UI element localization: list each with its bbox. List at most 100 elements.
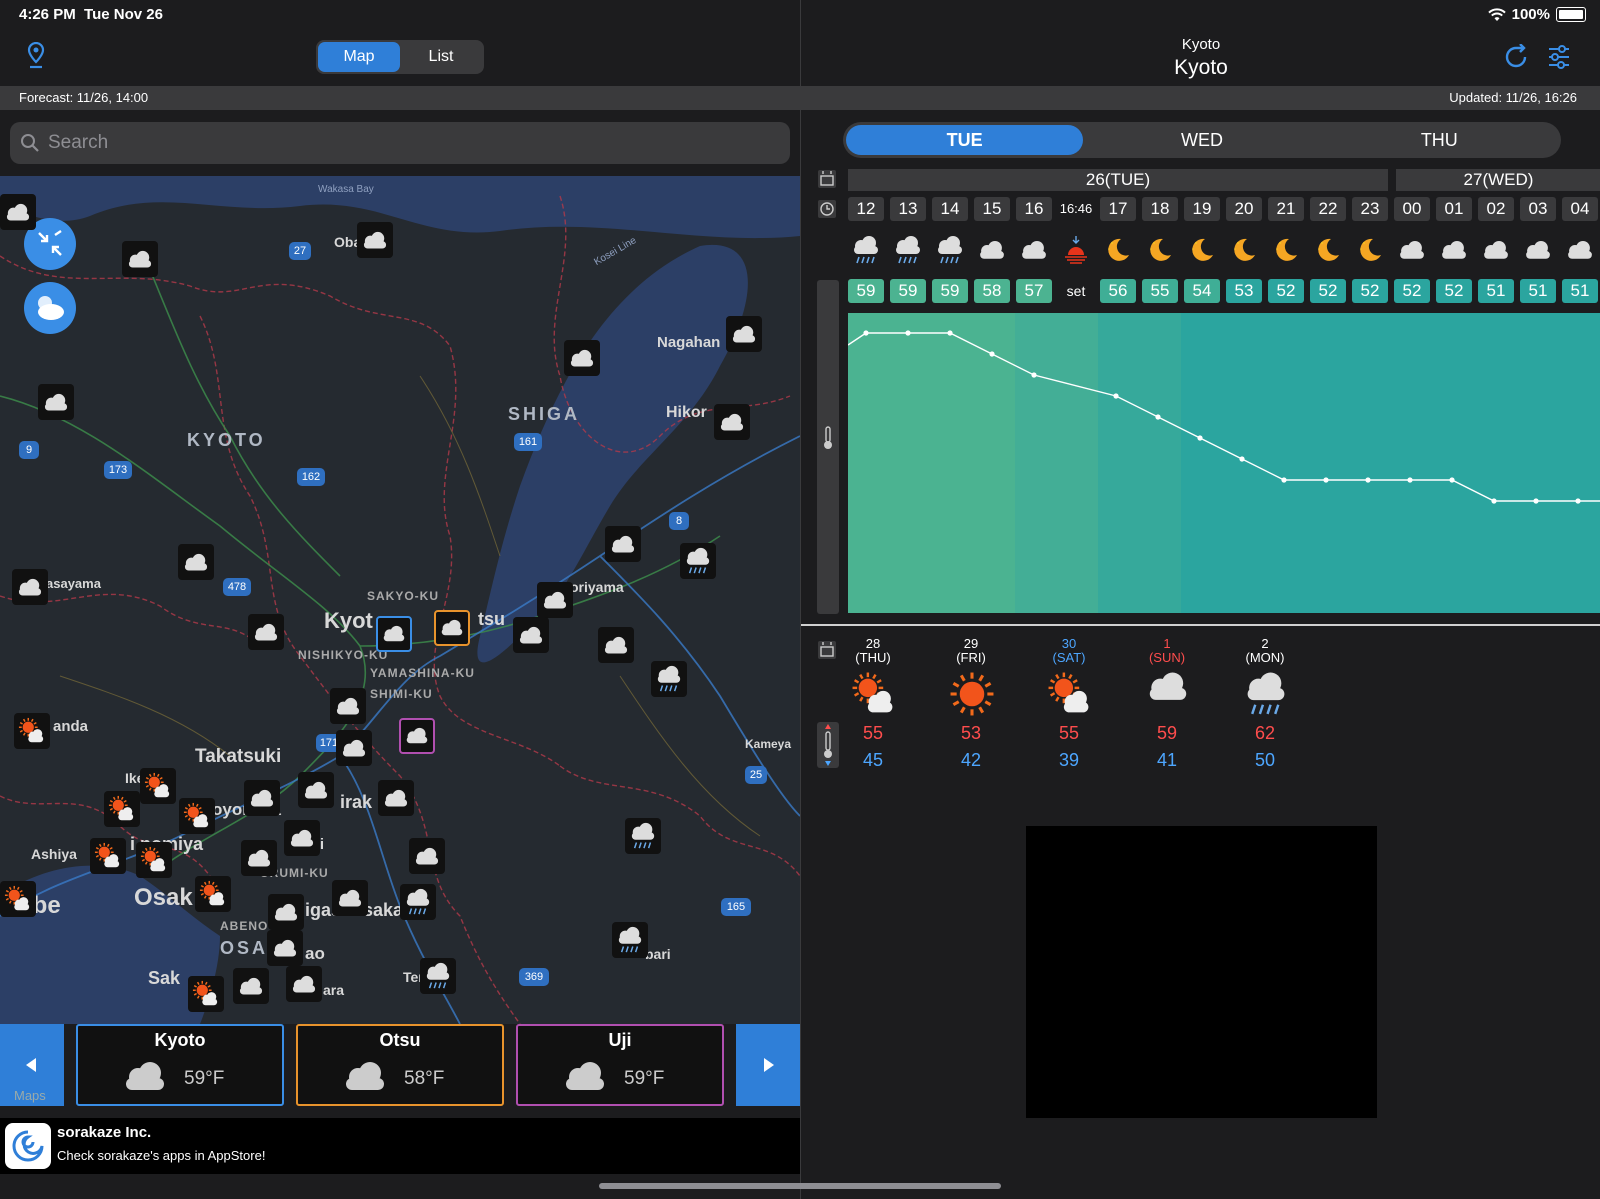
day-header: 26(TUE) bbox=[848, 169, 1388, 191]
map-sun-cloud-icon[interactable] bbox=[136, 842, 172, 878]
card-temperature: 58°F bbox=[404, 1068, 445, 1089]
daily-column[interactable]: 29 (FRI) 53 42 bbox=[931, 637, 1011, 770]
map-sun-cloud-icon[interactable] bbox=[188, 976, 224, 1012]
map-rain-cloud-icon[interactable] bbox=[625, 818, 661, 854]
map-cloud-icon[interactable] bbox=[268, 894, 304, 930]
ad-banner[interactable]: sorakaze Inc. Check sorakaze's apps in A… bbox=[0, 1118, 800, 1174]
map-cloud-icon[interactable] bbox=[244, 780, 280, 816]
map-cloud-icon[interactable] bbox=[605, 526, 641, 562]
map-cloud-icon[interactable] bbox=[233, 968, 269, 1004]
location-cards: Kyoto 59°F Otsu 58°F Uji 59°F Maps bbox=[0, 1024, 800, 1110]
temperature-point bbox=[905, 330, 911, 336]
temperature-point bbox=[1323, 477, 1329, 483]
moon-icon bbox=[1310, 232, 1346, 268]
map-cloud-icon[interactable] bbox=[0, 194, 36, 230]
map-label: KYOTO bbox=[187, 430, 266, 450]
cloud-icon bbox=[1520, 232, 1556, 268]
location-card-otsu[interactable]: Otsu 58°F bbox=[296, 1024, 504, 1106]
map-tab[interactable]: Map bbox=[318, 42, 400, 72]
home-indicator[interactable] bbox=[599, 1183, 1001, 1189]
map-rain-cloud-icon[interactable] bbox=[612, 922, 648, 958]
sorakaze-logo-icon bbox=[5, 1123, 51, 1169]
map-sun-cloud-icon[interactable] bbox=[179, 798, 215, 834]
map-label: Hikor bbox=[666, 404, 707, 421]
radar-layer-button[interactable] bbox=[24, 282, 76, 334]
map-cloud-icon[interactable] bbox=[378, 780, 414, 816]
rain-cloud-icon bbox=[932, 232, 968, 268]
map-cloud-icon[interactable] bbox=[12, 569, 48, 605]
daily-column[interactable]: 30 (SAT) 55 39 bbox=[1029, 637, 1109, 770]
rain-cloud-icon bbox=[890, 232, 926, 268]
map-cloud-icon[interactable] bbox=[714, 404, 750, 440]
hour-label: 22 bbox=[1310, 197, 1346, 221]
map-cloud-icon[interactable] bbox=[336, 730, 372, 766]
map-cloud-icon[interactable] bbox=[122, 241, 158, 277]
detail-pane: Kyoto Kyoto Updated: 11/26, 16:26 TUE WE… bbox=[800, 0, 1600, 1199]
next-location-button[interactable] bbox=[736, 1024, 800, 1106]
map-sun-cloud-icon[interactable] bbox=[90, 838, 126, 874]
hour-label: 02 bbox=[1478, 197, 1514, 221]
map-cloud-icon[interactable] bbox=[241, 840, 277, 876]
map-selected-location-marker[interactable] bbox=[376, 616, 412, 652]
temperature-point bbox=[1575, 498, 1581, 504]
map-cloud-icon[interactable] bbox=[726, 316, 762, 352]
road-shield: 165 bbox=[721, 898, 751, 916]
daily-column[interactable]: 2 (MON) 62 50 bbox=[1225, 637, 1305, 771]
map-cloud-icon[interactable] bbox=[409, 838, 445, 874]
settings-sliders-icon[interactable] bbox=[1547, 44, 1571, 70]
daily-column[interactable]: 28 (THU) 55 45 bbox=[833, 637, 913, 770]
search-icon bbox=[21, 134, 39, 152]
region-name: Kyoto bbox=[1181, 36, 1221, 53]
map-cloud-icon[interactable] bbox=[537, 582, 573, 618]
map-sun-cloud-icon[interactable] bbox=[195, 876, 231, 912]
road-shield: 161 bbox=[514, 433, 542, 451]
map-rain-cloud-icon[interactable] bbox=[680, 543, 716, 579]
tab-tue[interactable]: TUE bbox=[846, 125, 1084, 155]
map-rain-cloud-icon[interactable] bbox=[400, 884, 436, 920]
map-cloud-icon[interactable] bbox=[267, 930, 303, 966]
map-cloud-icon[interactable] bbox=[298, 772, 334, 808]
map-cloud-icon[interactable] bbox=[564, 340, 600, 376]
refresh-icon[interactable] bbox=[1503, 44, 1529, 70]
location-card-kyoto[interactable]: Kyoto 59°F bbox=[76, 1024, 284, 1106]
weather-map[interactable]: 27 9 173 162 161 478 8 171 25 165 369 Wa… bbox=[0, 176, 800, 1024]
location-pin-icon[interactable] bbox=[27, 42, 45, 70]
hour-label: 18 bbox=[1142, 197, 1178, 221]
map-cloud-icon[interactable] bbox=[357, 222, 393, 258]
daily-column[interactable]: 1 (SUN) 59 41 bbox=[1127, 637, 1207, 770]
list-tab[interactable]: List bbox=[400, 42, 482, 72]
map-sun-cloud-icon[interactable] bbox=[14, 713, 50, 749]
sun-cloud-icon bbox=[851, 671, 897, 722]
map-label: Osak bbox=[134, 884, 193, 911]
map-rain-cloud-icon[interactable] bbox=[420, 958, 456, 994]
map-cloud-icon[interactable] bbox=[286, 966, 322, 1002]
map-selected-location-marker[interactable] bbox=[399, 718, 435, 754]
map-cloud-icon[interactable] bbox=[598, 627, 634, 663]
map-sun-cloud-icon[interactable] bbox=[140, 768, 176, 804]
clock-icon bbox=[818, 200, 836, 218]
map-cloud-icon[interactable] bbox=[248, 614, 284, 650]
location-card-uji[interactable]: Uji 59°F bbox=[516, 1024, 724, 1106]
temperature-point bbox=[1197, 435, 1203, 441]
map-label: ara bbox=[323, 982, 345, 998]
map-cloud-icon[interactable] bbox=[178, 544, 214, 580]
hour-temperature: 51 bbox=[1478, 279, 1514, 303]
map-cloud-icon[interactable] bbox=[332, 880, 368, 916]
map-selected-location-marker[interactable] bbox=[434, 610, 470, 646]
map-cloud-icon[interactable] bbox=[284, 820, 320, 856]
hour-label: 13 bbox=[890, 197, 926, 221]
map-sun-cloud-icon[interactable] bbox=[0, 881, 36, 917]
search-input[interactable]: Search bbox=[10, 122, 790, 164]
map-cloud-icon[interactable] bbox=[38, 384, 74, 420]
temperature-point bbox=[863, 330, 869, 336]
temperature-point bbox=[947, 330, 953, 336]
map-cloud-icon[interactable] bbox=[330, 688, 366, 724]
map-sun-cloud-icon[interactable] bbox=[104, 791, 140, 827]
hour-label: 23 bbox=[1352, 197, 1388, 221]
map-cloud-icon[interactable] bbox=[513, 617, 549, 653]
tab-wed[interactable]: WED bbox=[1083, 125, 1320, 155]
daily-weekday: (FRI) bbox=[956, 650, 986, 665]
map-rain-cloud-icon[interactable] bbox=[651, 661, 687, 697]
cloud-icon bbox=[1016, 232, 1052, 268]
tab-thu[interactable]: THU bbox=[1321, 125, 1558, 155]
